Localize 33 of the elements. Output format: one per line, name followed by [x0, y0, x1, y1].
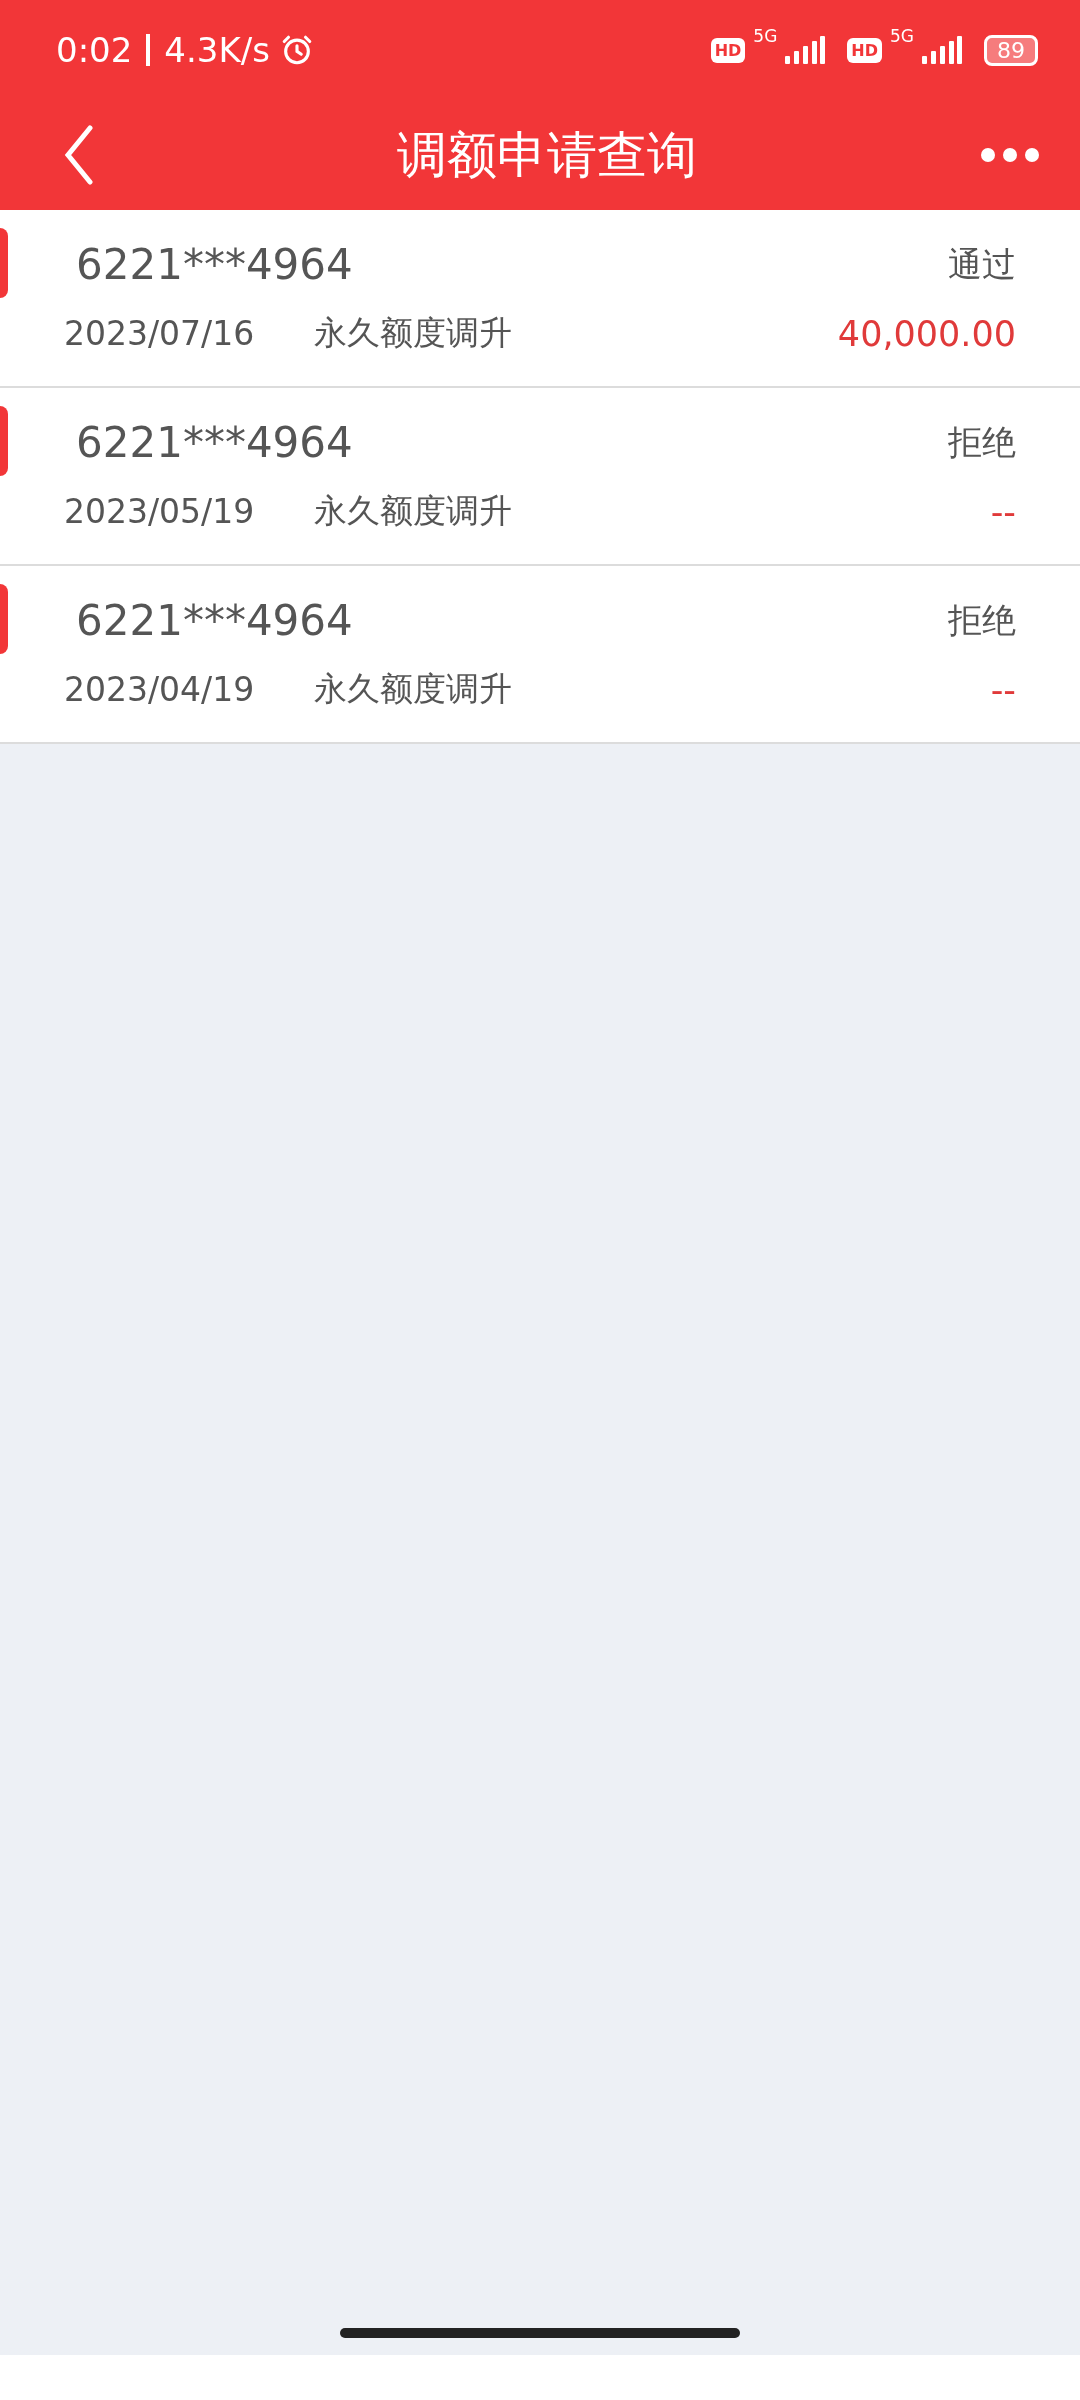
hd-badge: HD: [847, 37, 882, 63]
type-text: 永久额度调升: [314, 312, 513, 354]
status-label: 拒绝: [948, 420, 1016, 464]
status-label: 通过: [948, 242, 1016, 286]
record-item[interactable]: 6221***4964 拒绝 2023/05/19 永久额度调升 --: [0, 388, 1080, 566]
date-text: 2023/04/19: [64, 670, 256, 709]
type-text: 永久额度调升: [314, 668, 513, 710]
marker-icon: [0, 584, 8, 654]
network-type: 5G: [890, 26, 914, 46]
page-title: 调额申请查询: [397, 124, 697, 186]
more-icon[interactable]: [980, 147, 1040, 163]
status-time: 0:02: [56, 30, 133, 70]
amount-text: 40,000.00: [837, 313, 1016, 354]
record-item[interactable]: 6221***4964 拒绝 2023/04/19 永久额度调升 --: [0, 566, 1080, 744]
signal-icon: [785, 36, 826, 64]
card-number: 6221***4964: [76, 596, 354, 645]
amount-text: --: [990, 491, 1016, 532]
hd-badge: HD: [710, 37, 746, 63]
date-text: 2023/05/19: [64, 492, 256, 531]
card-number: 6221***4964: [76, 240, 354, 289]
amount-text: --: [990, 669, 1016, 710]
signal-icon: [922, 36, 962, 64]
type-text: 永久额度调升: [314, 490, 513, 532]
status-label: 拒绝: [948, 598, 1016, 642]
date-text: 2023/07/16: [64, 314, 256, 353]
record-item[interactable]: 6221***4964 通过 2023/07/16 永久额度调升 40,000.00: [0, 210, 1080, 388]
marker-icon: [0, 406, 8, 476]
card-number: 6221***4964: [76, 418, 354, 467]
back-icon[interactable]: [64, 125, 94, 185]
network-speed: 4.3K/s: [164, 30, 270, 70]
network-type: 5G: [753, 26, 778, 46]
battery-indicator: 89: [984, 34, 1038, 66]
marker-icon: [0, 228, 8, 298]
